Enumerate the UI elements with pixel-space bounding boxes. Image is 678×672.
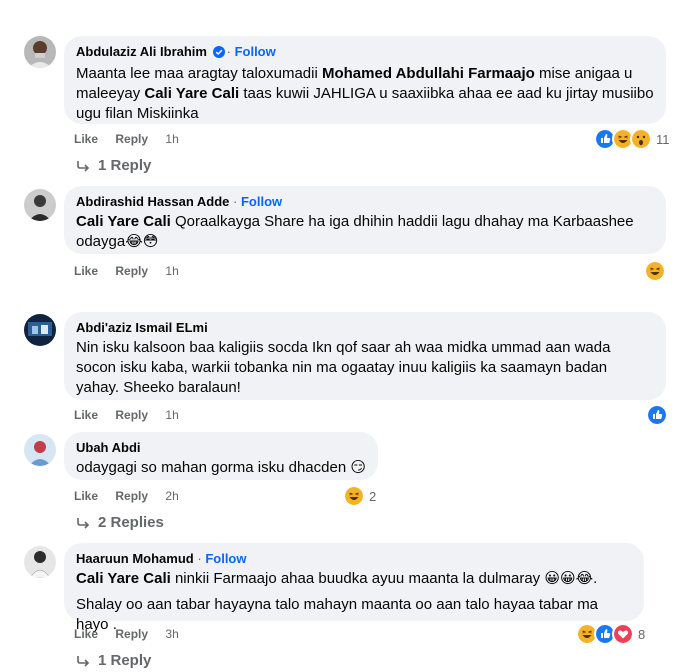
reply-button[interactable]: Reply (115, 627, 148, 641)
reaction-count: 11 (656, 131, 670, 147)
reactions[interactable] (644, 260, 666, 282)
like-button[interactable]: Like (74, 408, 98, 422)
view-replies-link[interactable]: 2 Replies (76, 514, 164, 531)
comment-actions: Like Reply 1h (74, 132, 193, 146)
mention[interactable]: Cali Yare Cali (76, 213, 171, 230)
reaction-count: 8 (638, 626, 646, 642)
comment-actions: Like Reply 2h (74, 489, 193, 503)
comment-bubble: Ubah Abdi odaygagi so mahan gorma isku d… (64, 432, 378, 480)
reply-button[interactable]: Reply (115, 132, 148, 146)
comment-bubble: Abdulaziz Ali Ibrahim · Follow Maanta le… (64, 36, 666, 124)
haha-reaction-icon (343, 485, 365, 507)
comment-text: Maanta lee maa aragtay taloxumadii Moham… (76, 64, 654, 124)
avatar[interactable] (24, 189, 56, 221)
like-button[interactable]: Like (74, 627, 98, 641)
author-name[interactable]: Abdulaziz Ali Ibrahim (76, 44, 207, 59)
reply-arrow-icon (77, 160, 90, 172)
verified-badge-icon (212, 45, 225, 62)
follow-button[interactable]: Follow (235, 44, 276, 59)
reaction-count: 2 (369, 488, 377, 504)
author-name[interactable]: Abdirashid Hassan Adde (76, 194, 229, 209)
timestamp[interactable]: 1h (165, 408, 178, 422)
reply-arrow-icon (77, 517, 90, 529)
like-button[interactable]: Like (74, 264, 98, 278)
reactions[interactable]: 2 (343, 485, 376, 507)
love-reaction-icon (612, 623, 634, 645)
avatar[interactable] (24, 546, 56, 578)
text-segment: Maanta lee maa aragtay taloxumadii (76, 65, 322, 82)
follow-button[interactable]: Follow (205, 551, 246, 566)
comment-actions: Like Reply 3h (74, 627, 193, 641)
author-name[interactable]: Haaruun Mohamud (76, 551, 194, 566)
author-name[interactable]: Ubah Abdi (76, 440, 141, 455)
reply-button[interactable]: Reply (115, 408, 148, 422)
comment-text: Cali Yare Cali Qoraalkayga Share ha iga … (76, 213, 634, 250)
wow-reaction-icon (630, 128, 652, 150)
avatar[interactable] (24, 314, 56, 346)
like-button[interactable]: Like (74, 489, 98, 503)
timestamp[interactable]: 3h (165, 627, 178, 641)
reply-button[interactable]: Reply (115, 264, 148, 278)
comment-text: Nin isku kalsoon baa kaligiis socda Ikn … (76, 339, 611, 396)
avatar[interactable] (24, 434, 56, 466)
reactions[interactable]: 11 (594, 128, 670, 150)
comment-text: Cali Yare Cali ninkii Farmaajo ahaa buud… (76, 570, 598, 587)
mention[interactable]: Cali Yare Cali (144, 85, 239, 102)
reactions[interactable] (646, 404, 668, 426)
view-replies-link[interactable]: 1 Reply (76, 157, 151, 174)
reply-button[interactable]: Reply (115, 489, 148, 503)
comment-actions: Like Reply 1h (74, 264, 193, 278)
replies-label: 1 Reply (98, 652, 152, 669)
follow-button[interactable]: Follow (241, 194, 282, 209)
comment-bubble: Haaruun Mohamud · Follow Cali Yare Cali … (64, 543, 644, 633)
avatar[interactable] (24, 36, 56, 68)
mention[interactable]: Mohamed Abdullahi Farmaajo (322, 65, 535, 82)
comment-bubble: Abdirashid Hassan Adde · Follow Cali Yar… (64, 186, 666, 254)
timestamp[interactable]: 1h (165, 132, 178, 146)
replies-label: 2 Replies (98, 514, 164, 531)
like-reaction-icon (646, 404, 668, 426)
author-name[interactable]: Abdi'aziz Ismail ELmi (76, 320, 208, 335)
like-button[interactable]: Like (74, 132, 98, 146)
reply-arrow-icon (77, 655, 90, 667)
view-replies-link[interactable]: 1 Reply (76, 652, 151, 669)
comment-text: odaygagi so mahan gorma isku dhacden 😏 (76, 459, 366, 476)
replies-label: 1 Reply (98, 157, 152, 174)
timestamp[interactable]: 1h (165, 264, 178, 278)
mention[interactable]: Cali Yare Cali (76, 570, 171, 587)
comment-actions: Like Reply 1h (74, 408, 193, 422)
haha-reaction-icon (644, 260, 666, 282)
reactions[interactable]: 8 (576, 623, 645, 645)
comment-bubble: Abdi'aziz Ismail ELmi Nin isku kalsoon b… (64, 312, 666, 400)
timestamp[interactable]: 2h (165, 489, 178, 503)
